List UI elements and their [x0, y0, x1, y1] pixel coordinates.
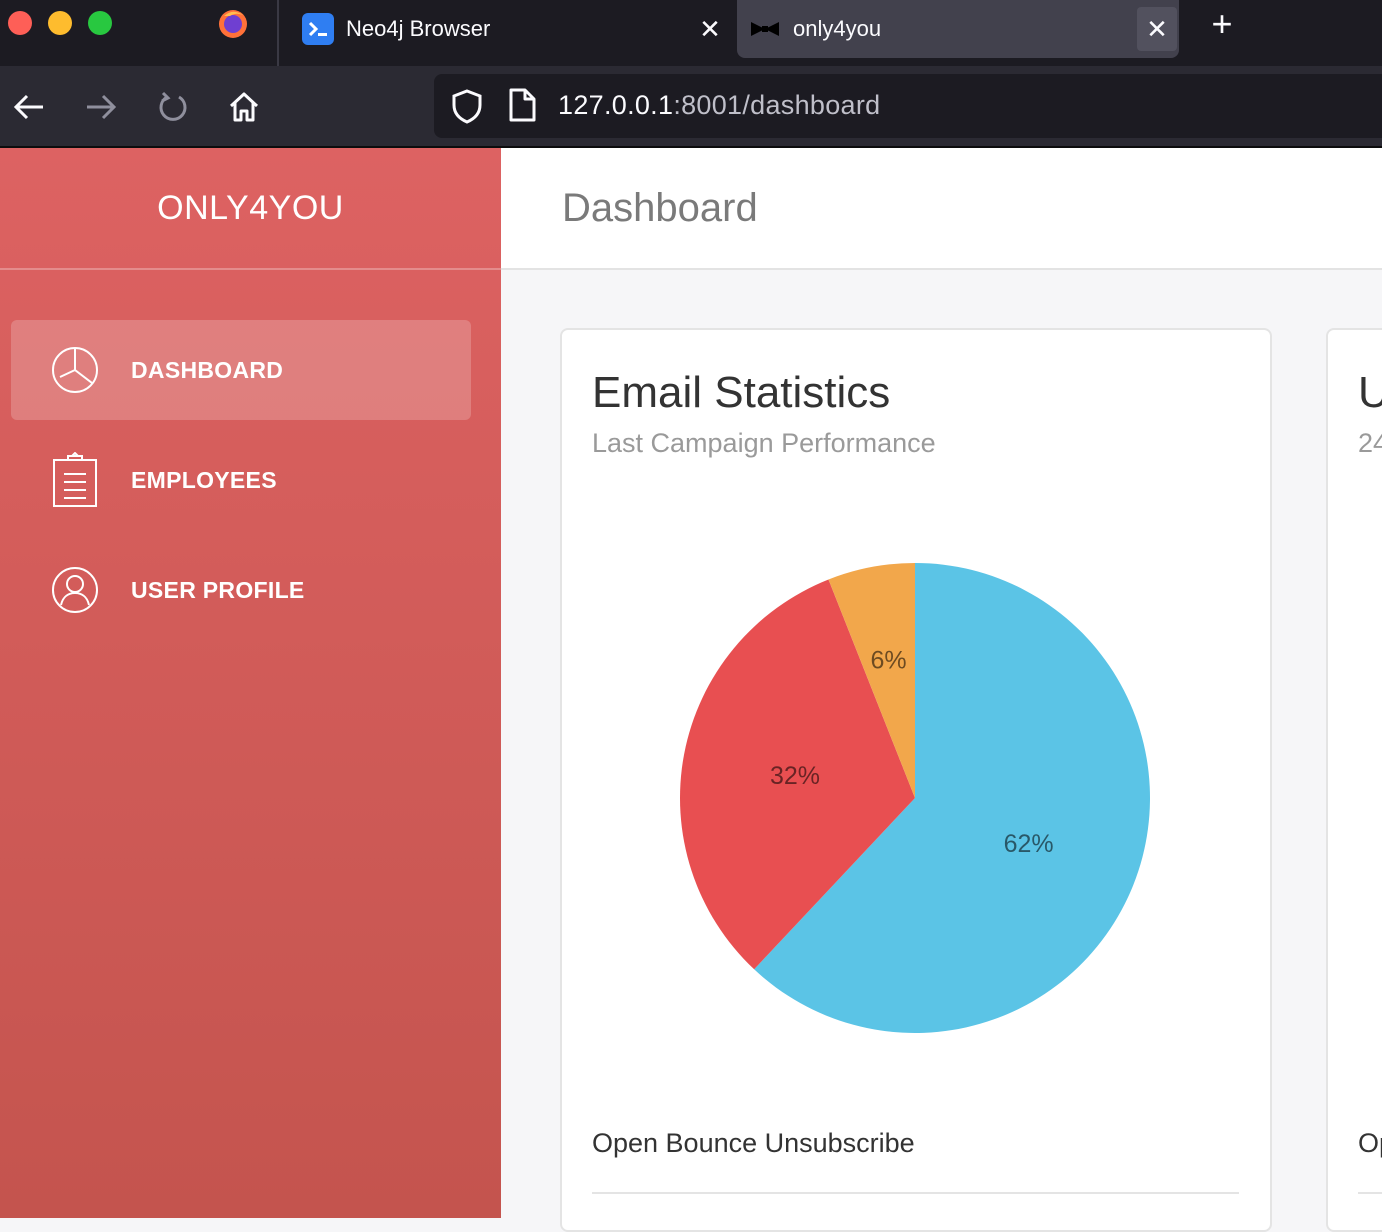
reload-button[interactable] [150, 84, 196, 130]
close-tab-icon[interactable]: ✕ [690, 14, 730, 45]
second-stat-card: U 24 Op [1326, 328, 1382, 1232]
browser-titlebar: Neo4j Browser ✕ only4you ✕ + [0, 0, 1382, 66]
pie-label-bounce: 32% [770, 762, 820, 790]
maximize-window-button[interactable] [88, 11, 112, 35]
url-path: :8001/dashboard [673, 90, 881, 120]
bowtie-icon [749, 13, 781, 45]
user-icon [45, 560, 105, 620]
reload-icon [159, 91, 187, 121]
card-title: U [1358, 368, 1382, 418]
sidebar-item-label: USER PROFILE [131, 576, 305, 603]
arrow-right-icon [87, 94, 117, 120]
pie-chart: 62% 32% 6% [680, 563, 1150, 1033]
sidebar: ONLY4YOU DASHBOARD EMPLOYEES USER PROFIL… [0, 148, 501, 1218]
neo4j-terminal-icon [302, 13, 334, 45]
email-statistics-card: Email Statistics Last Campaign Performan… [560, 328, 1272, 1232]
home-icon [229, 92, 259, 122]
page-title: Dashboard [562, 186, 758, 230]
arrow-left-icon [13, 94, 43, 120]
brand-logo[interactable]: ONLY4YOU [0, 148, 501, 270]
tab-label: Neo4j Browser [346, 16, 491, 41]
card-subtitle: 24 [1358, 428, 1382, 458]
chart-legend: Op [1358, 1128, 1382, 1158]
close-window-button[interactable] [8, 11, 32, 35]
sidebar-item-label: DASHBOARD [131, 356, 284, 383]
tab-label: only4you [793, 16, 882, 41]
card-divider [1358, 1192, 1382, 1194]
back-button[interactable] [6, 84, 52, 130]
url-host: 127.0.0.1 [558, 90, 674, 120]
tab-only4you[interactable]: only4you ✕ [737, 0, 1179, 58]
sidebar-item-user-profile[interactable]: USER PROFILE [11, 540, 471, 640]
clipboard-icon [45, 450, 105, 510]
sidebar-item-employees[interactable]: EMPLOYEES [11, 430, 471, 530]
chart-legend: Open Bounce Unsubscribe [592, 1128, 915, 1158]
minimize-window-button[interactable] [48, 11, 72, 35]
card-divider [592, 1192, 1239, 1194]
page-icon[interactable] [508, 88, 536, 122]
pie-chart-icon [45, 340, 105, 400]
sidebar-item-dashboard[interactable]: DASHBOARD [11, 320, 471, 420]
close-tab-icon[interactable]: ✕ [1137, 7, 1177, 51]
browser-navbar: 127.0.0.1:8001/dashboard [0, 66, 1382, 146]
sidebar-item-label: EMPLOYEES [131, 466, 277, 493]
forward-button[interactable] [78, 84, 124, 130]
pie-label-unsubscribe: 6% [871, 646, 907, 674]
url-text[interactable]: 127.0.0.1:8001/dashboard [558, 90, 880, 121]
shield-icon[interactable] [450, 88, 484, 124]
tab-neo4j-browser[interactable]: Neo4j Browser ✕ [290, 0, 730, 58]
url-bar[interactable]: 127.0.0.1:8001/dashboard [434, 74, 1382, 138]
new-tab-button[interactable]: + [1200, 6, 1244, 42]
firefox-icon[interactable] [216, 6, 250, 40]
home-button[interactable] [221, 84, 267, 130]
tab-separator [277, 0, 279, 66]
pie-label-open: 62% [1004, 830, 1054, 858]
main-header: Dashboard [501, 148, 1382, 270]
